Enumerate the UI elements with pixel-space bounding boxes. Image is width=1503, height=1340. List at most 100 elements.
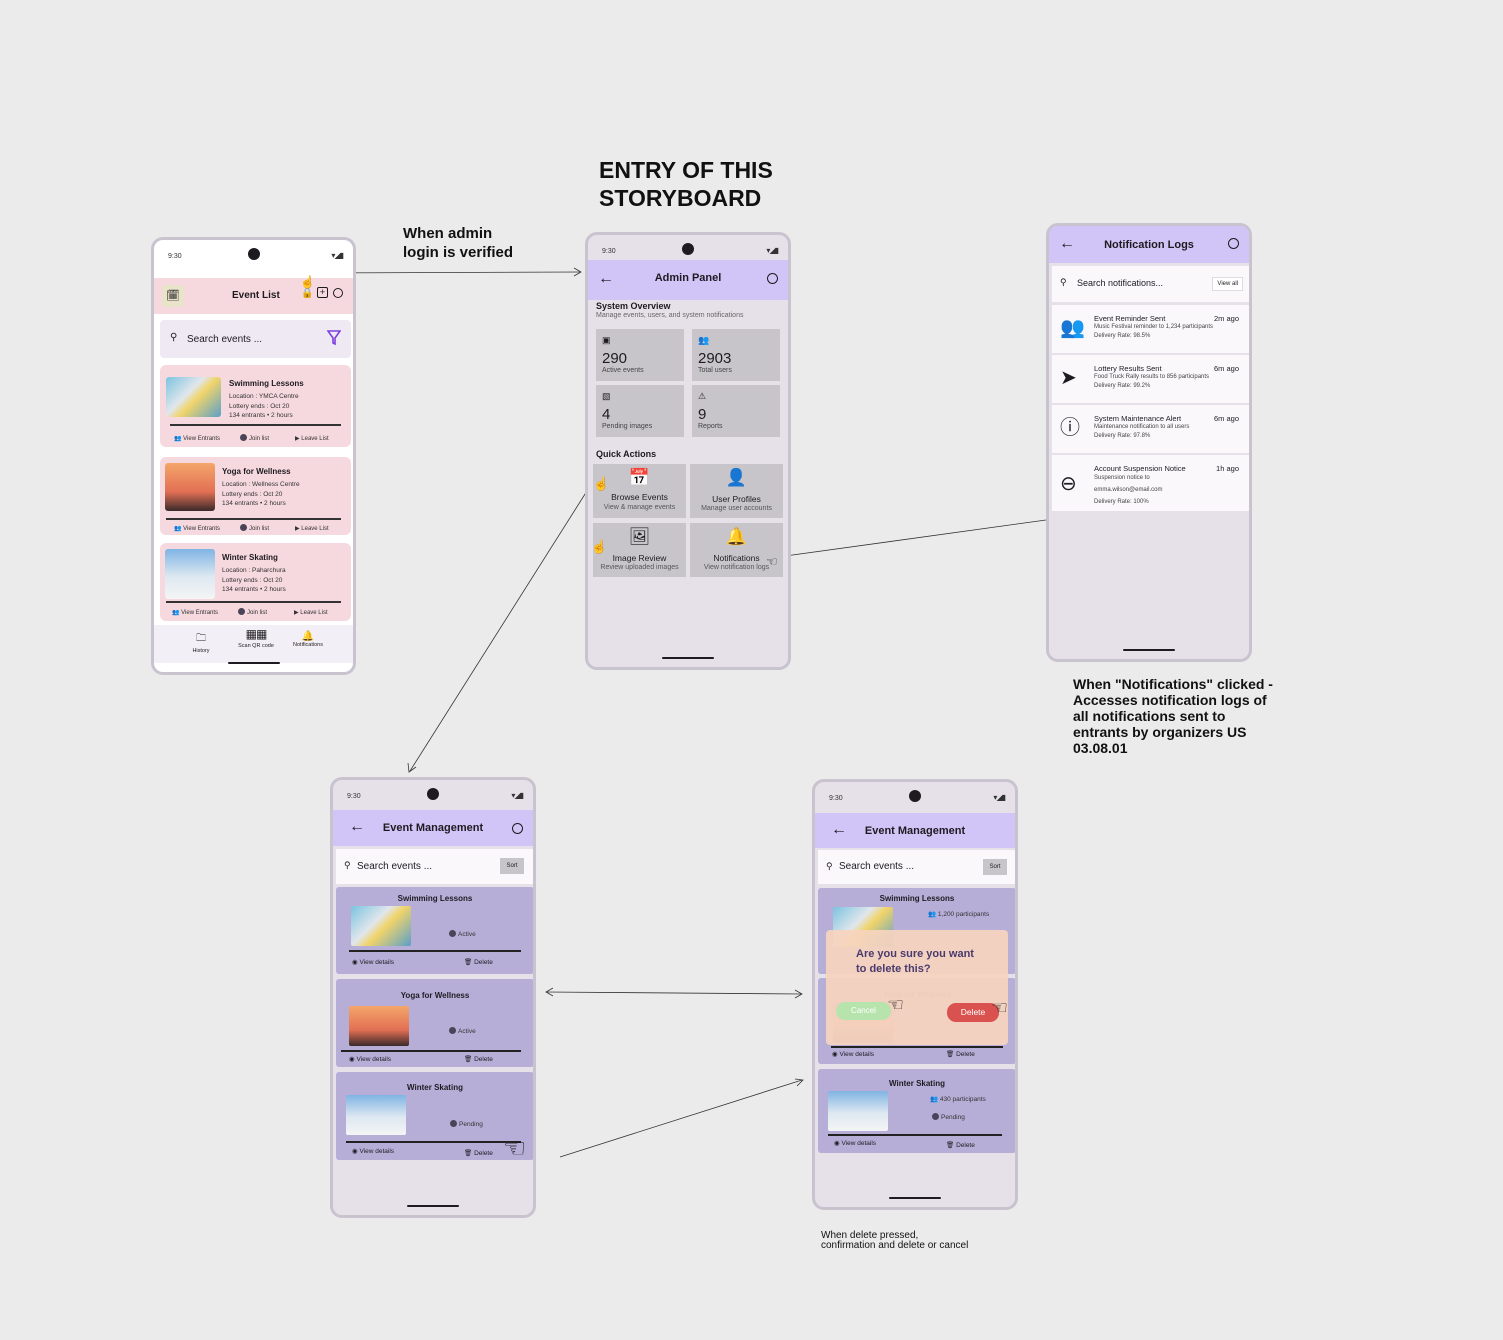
stat-total-users: 👥 2903 Total users xyxy=(692,329,780,381)
view-entrants-link[interactable]: 👥 View Entrants xyxy=(174,525,220,532)
tap-hand-icon: ☜ xyxy=(887,995,905,1016)
app-bar: ← Event Management xyxy=(815,813,1015,848)
signal-icon: ▾◢▮ xyxy=(993,793,1006,802)
search-icon: ⚲ xyxy=(344,860,351,870)
nav-history[interactable]: 🗀 History xyxy=(184,631,218,654)
search-input[interactable]: Search events ... xyxy=(357,861,432,872)
search-input[interactable]: Search events ... xyxy=(839,861,914,872)
event-card[interactable]: Winter Skating Location : Paharchura Lot… xyxy=(160,543,351,621)
view-details-button[interactable]: ◉ View details xyxy=(832,1050,874,1058)
overview-title: System Overview xyxy=(596,301,671,311)
status-badge: Pending xyxy=(932,1113,965,1121)
status-bar: 9:30 ▾◢▮ xyxy=(154,240,353,270)
delete-button[interactable]: 🗑 Delete xyxy=(464,1149,493,1157)
view-details-button[interactable]: ◉ View details xyxy=(352,1147,394,1155)
delete-confirmation-dialog: Are you sure you want to delete this? Ca… xyxy=(826,930,1008,1045)
notifications-note: When "Notifications" clicked - Accesses … xyxy=(1073,676,1273,756)
person-icon: 👤 xyxy=(725,468,748,487)
app-logo: 🗓 xyxy=(162,285,184,307)
delete-button[interactable]: 🗑 Delete xyxy=(464,1055,493,1063)
search-bar[interactable]: ⚲ Search events ... Sort xyxy=(818,850,1015,884)
account-icon[interactable] xyxy=(333,288,343,298)
dialog-question: Are you sure you want to delete this? xyxy=(856,948,974,975)
notification-logs-phone: ← Notification Logs ⚲ Search notificatio… xyxy=(1046,223,1252,662)
app-bar: ← Admin Panel xyxy=(588,260,788,300)
event-card[interactable]: Yoga for Wellness Active ◉ View details … xyxy=(336,979,533,1067)
participants-count: 👥 1,200 participants xyxy=(928,911,990,918)
status-bar: 9:30 ▾◢▮ xyxy=(333,780,533,810)
bottom-navigation: 🗀 History ▦▦ Scan QR code 🔔 Notification… xyxy=(154,625,353,663)
leave-list-link[interactable]: ▶ Leave List xyxy=(294,609,328,616)
send-icon: ➤ xyxy=(1060,367,1077,389)
account-icon[interactable] xyxy=(1228,238,1239,249)
search-bar[interactable]: ⚲ Search events ... Sort xyxy=(336,849,533,884)
account-icon[interactable] xyxy=(767,273,778,284)
page-title: Event List xyxy=(232,290,280,301)
view-details-button[interactable]: ◉ View details xyxy=(352,958,394,966)
event-thumbnail xyxy=(165,549,215,599)
sort-button[interactable]: Sort xyxy=(500,858,524,874)
search-input[interactable]: Search notifications... xyxy=(1077,278,1163,288)
nav-scan[interactable]: ▦▦ Scan QR code xyxy=(234,627,278,649)
status-badge: Active xyxy=(449,1027,476,1035)
join-list-link[interactable]: Join list xyxy=(240,434,269,442)
event-management-confirm-phone: 9:30 ▾◢▮ ← Event Management ⚲ Search eve… xyxy=(812,779,1018,1210)
notification-log-item[interactable]: 👥 Event Reminder Sent 2m ago Music Festi… xyxy=(1052,305,1249,353)
view-details-button[interactable]: ◉ View details xyxy=(349,1055,391,1063)
search-input[interactable]: Search events ... xyxy=(187,334,262,345)
cancel-button[interactable]: Cancel xyxy=(836,1002,891,1020)
calendar-icon: ▣ xyxy=(602,335,611,345)
progress-bar xyxy=(166,518,341,520)
event-card[interactable]: Yoga for Wellness Location : Wellness Ce… xyxy=(160,457,351,535)
delete-button[interactable]: 🗑 Delete xyxy=(464,958,493,966)
tap-hand-icon: ☜ xyxy=(503,1133,527,1163)
home-indicator xyxy=(662,657,714,659)
account-icon[interactable] xyxy=(512,823,523,834)
view-details-button[interactable]: ◉ View details xyxy=(834,1139,876,1147)
leave-list-link[interactable]: ▶ Leave List xyxy=(295,435,329,442)
camera-icon xyxy=(247,248,260,260)
view-entrants-link[interactable]: 👥 View Entrants xyxy=(172,609,218,616)
image-icon: ▧ xyxy=(602,391,611,401)
notification-log-item[interactable]: ⊖ Account Suspension Notice 1h ago Suspe… xyxy=(1052,455,1249,511)
notification-log-item[interactable]: ⓘ System Maintenance Alert 6m ago Mainte… xyxy=(1052,405,1249,453)
event-thumbnail xyxy=(166,377,221,417)
event-thumbnail xyxy=(351,906,411,946)
camera-icon xyxy=(427,788,439,800)
user-profiles-button[interactable]: 👤 User Profiles Manage user accounts xyxy=(690,464,783,518)
event-card[interactable]: Swimming Lessons Location : YMCA Centre … xyxy=(160,365,351,447)
delete-button[interactable]: 🗑 Delete xyxy=(946,1141,975,1149)
event-thumbnail xyxy=(349,1006,409,1046)
join-list-link[interactable]: Join list xyxy=(240,524,269,532)
event-thumbnail xyxy=(828,1091,888,1131)
nav-notifications[interactable]: 🔔 Notifications xyxy=(287,631,329,648)
notification-search-bar[interactable]: ⚲ Search notifications... View all xyxy=(1052,266,1249,302)
qr-code-icon: ▦▦ xyxy=(245,627,268,641)
home-indicator xyxy=(227,662,280,664)
warning-icon: ⚠ xyxy=(698,391,707,401)
join-list-link[interactable]: Join list xyxy=(238,608,267,616)
signal-icon: ▾◢▮ xyxy=(766,246,779,255)
admin-panel-phone: 9:30 ▾◢▮ ← Admin Panel System Overview M… xyxy=(585,232,791,670)
tap-hand-icon: ☝ xyxy=(300,275,315,289)
add-icon[interactable]: + xyxy=(317,287,328,298)
delete-button[interactable]: 🗑 Delete xyxy=(946,1050,975,1058)
event-card[interactable]: Winter Skating 👥 430 participants Pendin… xyxy=(818,1069,1015,1153)
filter-icon[interactable] xyxy=(327,330,341,346)
progress-bar xyxy=(170,424,341,426)
notification-log-item[interactable]: ➤ Lottery Results Sent 6m ago Food Truck… xyxy=(1052,355,1249,403)
search-bar[interactable]: ⚲ Search events ... xyxy=(160,320,351,358)
leave-list-link[interactable]: ▶ Leave List xyxy=(295,525,329,532)
stat-reports: ⚠ 9 Reports xyxy=(692,385,780,437)
search-icon: ⚲ xyxy=(1060,277,1067,287)
event-management-phone: 9:30 ▾◢▮ ← Event Management ⚲ Search eve… xyxy=(330,777,536,1218)
delete-note: When delete pressed, confirmation and de… xyxy=(821,1230,969,1251)
search-icon: ⚲ xyxy=(170,332,178,343)
folder-icon: 🗀 xyxy=(196,633,206,644)
view-all-button[interactable]: View all xyxy=(1212,277,1243,291)
event-card[interactable]: Swimming Lessons Active ◉ View details 🗑… xyxy=(336,887,533,974)
users-icon: 👥 xyxy=(698,335,710,345)
view-entrants-link[interactable]: 👥 View Entrants xyxy=(174,435,220,442)
sort-button[interactable]: Sort xyxy=(983,859,1007,875)
camera-icon xyxy=(909,790,921,802)
